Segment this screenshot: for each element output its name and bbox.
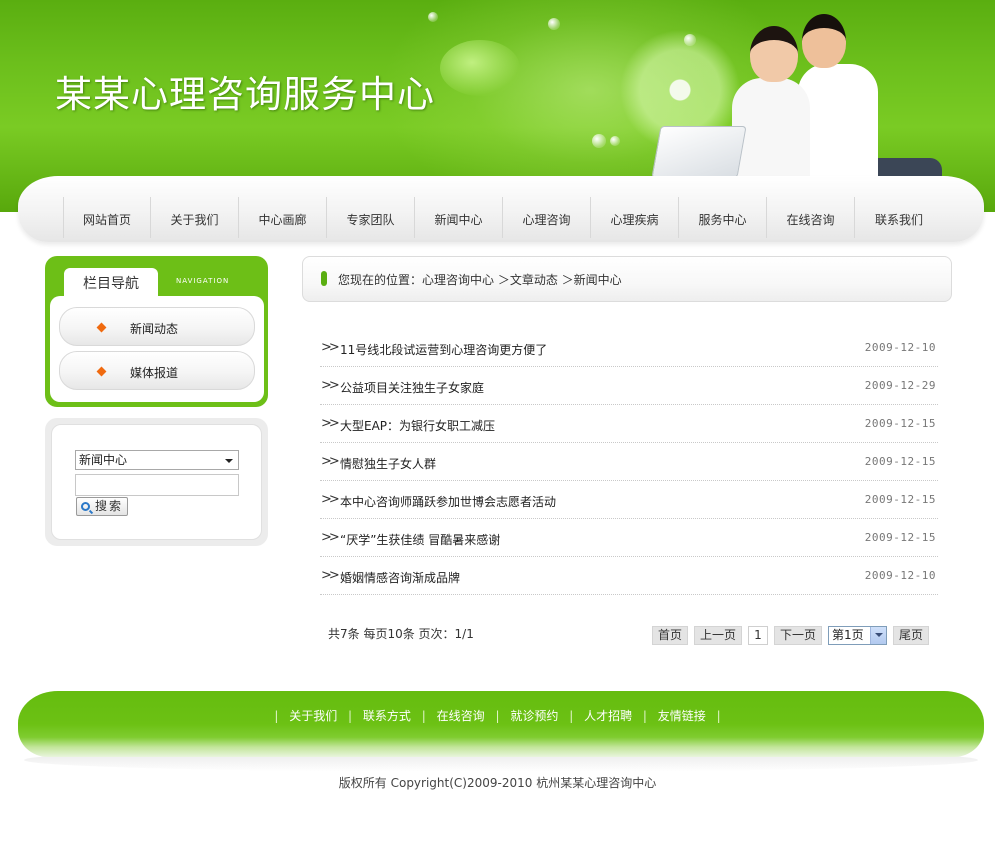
search-button[interactable]: 搜索 bbox=[76, 497, 128, 516]
nav-item-home[interactable]: 网站首页 bbox=[63, 197, 151, 238]
news-date: 2009-12-15 bbox=[864, 531, 936, 544]
laptop-image bbox=[651, 126, 747, 178]
next-page-button[interactable]: 下一页 bbox=[774, 626, 822, 645]
main-nav: 网站首页 关于我们 中心画廊 专家团队 新闻中心 心理咨询 心理疾病 服务中心 … bbox=[63, 197, 943, 238]
chevron-down-icon bbox=[870, 627, 886, 644]
last-page-button[interactable]: 尾页 bbox=[893, 626, 929, 645]
diamond-bullet-icon bbox=[96, 322, 107, 333]
footer-link-online[interactable]: 在线咨询 bbox=[437, 709, 485, 723]
person-head bbox=[750, 26, 798, 82]
search-icon bbox=[81, 502, 90, 511]
footer-separator: | bbox=[569, 709, 574, 723]
news-date: 2009-12-15 bbox=[864, 455, 936, 468]
footer-separator: | bbox=[348, 709, 353, 723]
double-chevron-right-icon: >> bbox=[321, 568, 340, 583]
sidebar-item-label: 新闻动态 bbox=[130, 322, 179, 336]
news-date: 2009-12-15 bbox=[864, 493, 936, 506]
search-category-value: 新闻中心 bbox=[79, 453, 128, 467]
news-item[interactable]: >> 大型EAP：为银行女职工减压 2009-12-15 bbox=[320, 405, 938, 443]
nav-item-news[interactable]: 新闻中心 bbox=[415, 197, 503, 238]
footer-separator: | bbox=[274, 709, 279, 723]
first-page-button[interactable]: 首页 bbox=[652, 626, 688, 645]
news-date: 2009-12-29 bbox=[864, 379, 936, 392]
news-item[interactable]: >> 公益项目关注独生子女家庭 2009-12-29 bbox=[320, 367, 938, 405]
sidebar-item-label: 媒体报道 bbox=[130, 366, 179, 380]
news-title[interactable]: 婚姻情感咨询渐成品牌 bbox=[340, 569, 460, 586]
copyright-text: 版权所有 Copyright(C)2009-2010 杭州某某心理咨询中心 bbox=[338, 776, 657, 790]
double-chevron-right-icon: >> bbox=[321, 340, 340, 355]
search-input[interactable] bbox=[75, 474, 239, 496]
person-head bbox=[802, 14, 846, 68]
person-body bbox=[798, 64, 878, 188]
footer-separator: | bbox=[642, 709, 647, 723]
search-category-select[interactable]: 新闻中心 bbox=[75, 450, 239, 470]
news-title[interactable]: 公益项目关注独生子女家庭 bbox=[340, 379, 484, 396]
water-drop bbox=[592, 134, 606, 148]
double-chevron-right-icon: >> bbox=[321, 416, 340, 431]
sidebar-tab-title: 栏目导航 bbox=[64, 268, 158, 298]
double-chevron-right-icon: >> bbox=[321, 454, 340, 469]
news-item[interactable]: >> 婚姻情感咨询渐成品牌 2009-12-10 bbox=[320, 557, 938, 595]
news-title[interactable]: 本中心咨询师踊跃参加世博会志愿者活动 bbox=[340, 493, 556, 510]
sidebar-item-media-reports[interactable]: 媒体报道 bbox=[59, 351, 255, 390]
footer-link-jobs[interactable]: 人才招聘 bbox=[584, 709, 632, 723]
nav-item-counseling[interactable]: 心理咨询 bbox=[503, 197, 591, 238]
news-item[interactable]: >> 本中心咨询师踊跃参加世博会志愿者活动 2009-12-15 bbox=[320, 481, 938, 519]
double-chevron-right-icon: >> bbox=[321, 492, 340, 507]
diamond-bullet-icon bbox=[96, 366, 107, 377]
search-button-label: 搜索 bbox=[95, 499, 124, 513]
couple-with-laptop-image bbox=[650, 8, 950, 198]
footer-separator: | bbox=[716, 709, 721, 723]
footer-separator: | bbox=[421, 709, 426, 723]
footer-links: | 关于我们 | 联系方式 | 在线咨询 | 就诊预约 | 人才招聘 | 友情链… bbox=[0, 707, 995, 724]
breadcrumb: 您现在的位置：心理咨询中心 ＞文章动态 ＞新闻中心 bbox=[338, 273, 622, 287]
nav-item-online[interactable]: 在线咨询 bbox=[767, 197, 855, 238]
nav-item-disorders[interactable]: 心理疾病 bbox=[591, 197, 679, 238]
news-date: 2009-12-15 bbox=[864, 417, 936, 430]
double-chevron-right-icon: >> bbox=[321, 530, 340, 545]
footer-link-friends[interactable]: 友情链接 bbox=[658, 709, 706, 723]
nav-item-about[interactable]: 关于我们 bbox=[151, 197, 239, 238]
footer-bar bbox=[18, 691, 984, 757]
news-title[interactable]: 11号线北段试运营到心理咨询更方便了 bbox=[340, 341, 547, 358]
footer-link-contact[interactable]: 联系方式 bbox=[363, 709, 411, 723]
flower-bud-image bbox=[440, 40, 520, 96]
previous-page-button[interactable]: 上一页 bbox=[694, 626, 742, 645]
news-title[interactable]: 大型EAP：为银行女职工减压 bbox=[340, 417, 495, 434]
chevron-down-icon bbox=[225, 459, 233, 463]
news-title[interactable]: “厌学”生获佳绩 冒酷暑来感谢 bbox=[340, 531, 500, 548]
page-jump-select[interactable]: 第1页 bbox=[828, 626, 887, 645]
footer-link-appointment[interactable]: 就诊预约 bbox=[510, 709, 558, 723]
water-drop bbox=[610, 136, 620, 146]
double-chevron-right-icon: >> bbox=[321, 378, 340, 393]
footer-separator: | bbox=[495, 709, 500, 723]
news-item[interactable]: >> “厌学”生获佳绩 冒酷暑来感谢 2009-12-15 bbox=[320, 519, 938, 557]
news-item[interactable]: >> 11号线北段试运营到心理咨询更方便了 2009-12-10 bbox=[320, 329, 938, 367]
sidebar-tab-subtitle: NAVIGATION bbox=[176, 277, 230, 285]
news-list: >> 11号线北段试运营到心理咨询更方便了 2009-12-10 >> 公益项目… bbox=[320, 329, 938, 595]
nav-item-gallery[interactable]: 中心画廊 bbox=[239, 197, 327, 238]
pagination-info: 共7条 每页10条 页次：1/1 bbox=[328, 627, 474, 641]
site-title: 某某心理咨询服务中心 bbox=[55, 73, 435, 116]
nav-item-experts[interactable]: 专家团队 bbox=[327, 197, 415, 238]
sidebar-item-news-updates[interactable]: 新闻动态 bbox=[59, 307, 255, 346]
water-drop bbox=[548, 18, 560, 30]
page-jump-value: 第1页 bbox=[832, 628, 864, 642]
footer-link-about[interactable]: 关于我们 bbox=[289, 709, 337, 723]
news-date: 2009-12-10 bbox=[864, 569, 936, 582]
water-drop bbox=[428, 12, 438, 22]
news-title[interactable]: 情慰独生子女人群 bbox=[340, 455, 436, 472]
nav-item-service[interactable]: 服务中心 bbox=[679, 197, 767, 238]
current-page-number[interactable]: 1 bbox=[748, 626, 768, 645]
news-item[interactable]: >> 情慰独生子女人群 2009-12-15 bbox=[320, 443, 938, 481]
news-date: 2009-12-10 bbox=[864, 341, 936, 354]
breadcrumb-marker-icon bbox=[321, 271, 327, 286]
nav-item-contact[interactable]: 联系我们 bbox=[855, 197, 943, 238]
